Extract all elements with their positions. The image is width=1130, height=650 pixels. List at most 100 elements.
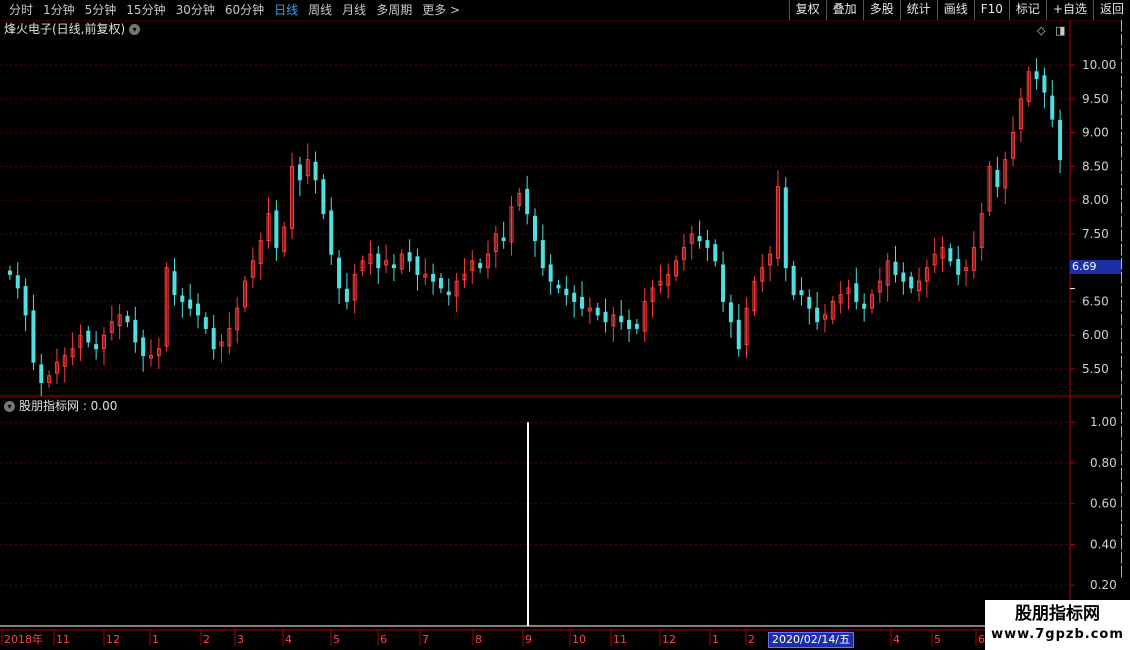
candle-body <box>188 299 193 309</box>
watermark-url: www.7gpzb.com <box>991 627 1124 642</box>
candle-body <box>501 237 506 242</box>
indicator-title[interactable]: ▾ 股朋指标网 : 0.00 <box>4 398 117 414</box>
strip-glyph: ▏ <box>1121 231 1129 242</box>
candle-body <box>909 276 914 289</box>
indicator-tick-label: 0.20 <box>1090 578 1117 592</box>
candle-body <box>540 240 545 269</box>
strip-glyph: ▏ <box>1121 91 1129 102</box>
candle-body <box>619 315 624 323</box>
candle-body <box>556 284 561 289</box>
candle-body <box>572 292 577 302</box>
candle-body <box>525 188 530 215</box>
candle-body <box>321 179 326 215</box>
strip-glyph: ▏ <box>1121 35 1129 46</box>
date-tick-label: 3 <box>237 633 244 646</box>
strip-glyph: ▏ <box>1121 77 1129 88</box>
strip-glyph: ▏ <box>1121 49 1129 60</box>
date-tick-label: 2018年 <box>4 632 43 646</box>
strip-glyph: ▏ <box>1121 343 1129 354</box>
strip-glyph: ▏ <box>1121 385 1129 396</box>
chevron-down-icon[interactable]: ▾ <box>4 400 15 412</box>
candle-body <box>783 187 788 269</box>
date-tick-label: 10 <box>572 633 586 646</box>
panel-toggle-icon[interactable]: ◨ <box>1055 24 1065 37</box>
candle-body <box>407 252 412 262</box>
candle-body <box>533 215 537 242</box>
strip-glyph: ▏ <box>1121 511 1129 522</box>
price-tick-label: 6.00 <box>1082 328 1109 342</box>
candle-body <box>438 277 443 289</box>
candle-body <box>478 263 483 269</box>
stock-title-label: 烽火电子(日线,前复权) <box>4 22 126 36</box>
strip-glyph: ▏ <box>1121 133 1129 144</box>
price-tick-label: 7.50 <box>1082 227 1109 241</box>
candle-body <box>133 319 138 343</box>
candle-group <box>7 58 1063 396</box>
strip-glyph: ▏ <box>1121 371 1129 382</box>
indicator-title-label: 股朋指标网 : 0.00 <box>19 399 118 413</box>
candle-body <box>180 295 185 302</box>
date-tick-label: 1 <box>152 633 159 646</box>
stock-title[interactable]: 烽火电子(日线,前复权) ▾ <box>4 21 141 37</box>
strip-glyph: ▏ <box>1121 455 1129 466</box>
strip-glyph: ▏ <box>1121 203 1129 214</box>
candle-body <box>713 244 718 262</box>
candle-body <box>697 236 702 242</box>
strip-glyph: ▏ <box>1121 301 1129 312</box>
watermark-title: 股朋指标网 <box>1015 604 1100 624</box>
candle-body <box>313 161 318 181</box>
candle-body <box>141 337 146 356</box>
candle-body <box>901 272 906 282</box>
candle-body <box>1042 75 1047 93</box>
right-sidebar-strip[interactable]: ▏ ▏ ▏ ▏ ▏ ▏ ▏ ▏ ▏ ▏ ▏ ▏ ▏ ▏ ▏ ▏ ▏ ▏ ▏ ▏ ▏ ▏ ▏ ▏ ▏ ▏ ▏ ▏ ▏ ▏ ▏ ▏ ▏ ▏ ▏ ▏ ▏ ▏ ▏ ▏ <box>1121 20 1130 630</box>
candle-body <box>196 303 201 316</box>
strip-glyph: ▏ <box>1121 21 1129 32</box>
candle-body <box>344 288 349 302</box>
strip-glyph: ▏ <box>1121 63 1129 74</box>
date-tick-label: 12 <box>662 633 676 646</box>
candle-body <box>603 311 608 323</box>
strip-glyph: ▏ <box>1121 147 1129 158</box>
candle-body <box>391 264 396 269</box>
date-tick-label: 8 <box>475 633 482 646</box>
strip-glyph: ▏ <box>1121 287 1129 298</box>
candle-body <box>580 296 585 309</box>
date-tick-label: 6 <box>978 633 985 646</box>
candle-body <box>39 364 44 383</box>
indicator-tick-label: 0.60 <box>1090 497 1117 511</box>
strip-glyph: ▏ <box>1121 427 1129 438</box>
current-price-badge: 6.69 <box>1070 260 1122 274</box>
strip-glyph: ▏ <box>1121 315 1129 326</box>
candle-body <box>948 248 953 262</box>
candle-body <box>297 164 302 181</box>
candle-body <box>31 310 36 363</box>
candle-body <box>736 319 741 350</box>
date-highlight-badge: 2020/02/14/五 <box>768 632 855 648</box>
site-watermark: 股朋指标网 www.7gpzb.com <box>985 600 1130 650</box>
candle-body <box>995 169 1000 188</box>
candle-body <box>23 286 28 316</box>
date-tick-label: 7 <box>422 633 429 646</box>
candle-body <box>415 256 420 275</box>
candle-body <box>728 302 733 323</box>
candle-body <box>564 288 569 296</box>
strip-glyph: ▏ <box>1121 273 1129 284</box>
candle-body <box>337 257 342 289</box>
price-tick-label: 5.50 <box>1082 362 1109 376</box>
strip-glyph: ▏ <box>1121 553 1129 564</box>
chevron-down-icon[interactable]: ▾ <box>129 23 141 35</box>
candle-body <box>7 270 12 275</box>
candle-body <box>791 265 796 296</box>
date-tick-label: 1 <box>712 633 719 646</box>
date-tick-label: 5 <box>934 633 941 646</box>
diamond-icon[interactable]: ◇ <box>1037 24 1045 37</box>
strip-glyph: ▏ <box>1121 245 1129 256</box>
chart-canvas: 10.009.509.008.508.007.507.006.506.005.5… <box>0 20 1130 646</box>
indicator-tick-label: 0.40 <box>1090 537 1117 551</box>
date-tick-label: 6 <box>380 633 387 646</box>
date-tick-label: 11 <box>613 633 627 646</box>
strip-glyph: ▏ <box>1121 357 1129 368</box>
date-tick-label: 5 <box>333 633 340 646</box>
candle-body <box>854 283 859 302</box>
candle-body <box>1034 71 1039 80</box>
